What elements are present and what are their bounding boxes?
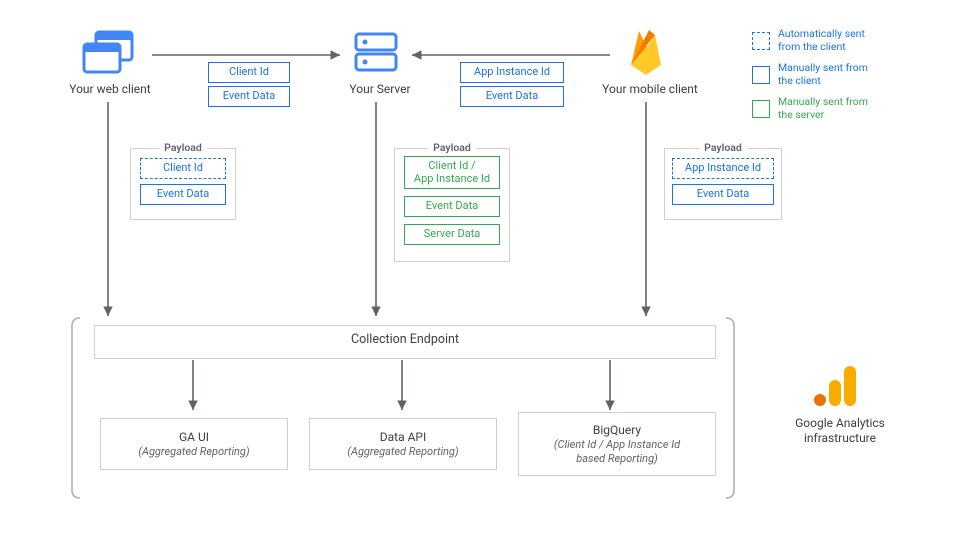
- web-to-server-client-id: Client Id: [208, 62, 290, 83]
- report-data-api-sub: (Aggregated Reporting): [310, 445, 496, 459]
- payload-server-server-data: Server Data: [404, 224, 500, 245]
- payload-mobile-event-data: Event Data: [672, 184, 774, 205]
- report-bigquery: BigQuery (Client Id / App Instance Id ba…: [518, 412, 716, 476]
- payload-web-event-data: Event Data: [140, 184, 226, 205]
- payload-web-label: Payload: [159, 141, 207, 154]
- web-to-server-event-data: Event Data: [208, 86, 290, 107]
- report-data-api: Data API (Aggregated Reporting): [309, 418, 497, 470]
- firebase-icon: [625, 25, 667, 82]
- mobile-client-label: Your mobile client: [590, 82, 710, 96]
- report-ga-ui-title: GA UI: [101, 430, 287, 445]
- legend-auto-text: Automatically sent from the client: [778, 28, 878, 53]
- ga-infra-label: Google Analytics infrastructure: [780, 416, 900, 446]
- web-client-label: Your web client: [60, 82, 160, 96]
- server-label: Your Server: [330, 82, 430, 96]
- payload-server-label: Payload: [428, 141, 476, 154]
- collection-endpoint: Collection Endpoint: [94, 325, 716, 359]
- legend-swatch-manual-server: [752, 100, 770, 118]
- report-bigquery-sub: (Client Id / App Instance Id based Repor…: [519, 438, 715, 466]
- payload-mobile-label: Payload: [699, 141, 747, 154]
- report-ga-ui-sub: (Aggregated Reporting): [101, 445, 287, 459]
- payload-mobile-app-instance-id: App Instance Id: [672, 158, 774, 179]
- server-stack-icon: [352, 30, 400, 79]
- payload-server-ids: Client Id / App Instance Id: [404, 156, 500, 189]
- report-ga-ui: GA UI (Aggregated Reporting): [100, 418, 288, 470]
- google-analytics-icon: [810, 360, 858, 411]
- browser-windows-icon: [82, 30, 136, 79]
- legend-manual-server-text: Manually sent from the server: [778, 96, 878, 121]
- legend-manual-server: Manually sent from the server: [752, 96, 878, 121]
- report-bigquery-title: BigQuery: [519, 423, 715, 438]
- legend-manual-client: Manually sent from the client: [752, 62, 878, 87]
- legend-auto-client: Automatically sent from the client: [752, 28, 878, 53]
- report-data-api-title: Data API: [310, 430, 496, 445]
- legend-swatch-manual-client: [752, 66, 770, 84]
- legend-swatch-auto: [752, 32, 770, 50]
- mobile-to-server-app-instance-id: App Instance Id: [460, 62, 564, 83]
- mobile-to-server-event-data: Event Data: [460, 86, 564, 107]
- payload-server-event: Event Data: [404, 196, 500, 217]
- legend-manual-client-text: Manually sent from the client: [778, 62, 878, 87]
- payload-web-client-id: Client Id: [140, 158, 226, 179]
